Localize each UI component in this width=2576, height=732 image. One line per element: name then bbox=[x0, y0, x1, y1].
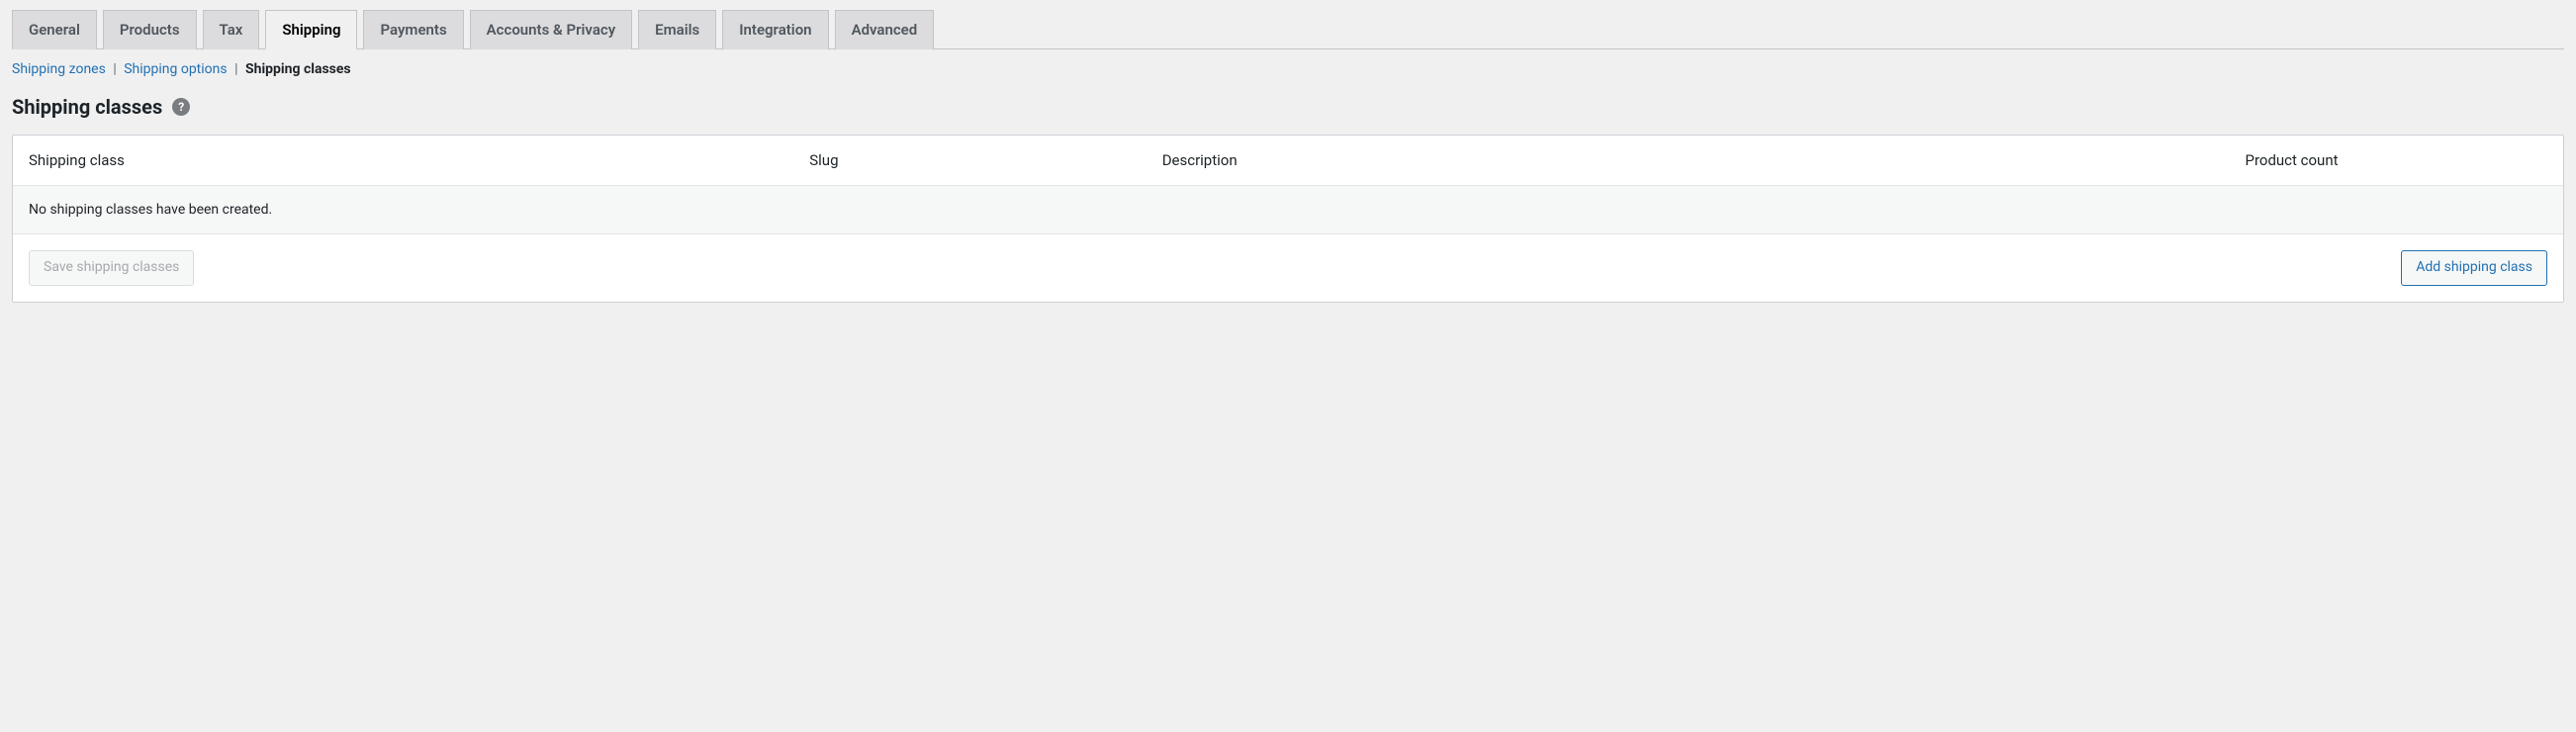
table-header-row: Shipping class Slug Description Product … bbox=[13, 136, 2563, 186]
col-header-count: Product count bbox=[2245, 151, 2547, 169]
col-header-description: Description bbox=[1162, 151, 2246, 169]
shipping-classes-table: Shipping class Slug Description Product … bbox=[12, 135, 2564, 303]
tab-emails[interactable]: Emails bbox=[638, 10, 716, 49]
tab-general[interactable]: General bbox=[12, 10, 97, 49]
tab-integration[interactable]: Integration bbox=[722, 10, 828, 49]
subnav-shipping-classes: Shipping classes bbox=[245, 61, 351, 77]
table-footer: Save shipping classes Add shipping class bbox=[13, 234, 2563, 302]
tab-products[interactable]: Products bbox=[103, 10, 197, 49]
tab-accounts-privacy[interactable]: Accounts & Privacy bbox=[470, 10, 633, 49]
tab-advanced[interactable]: Advanced bbox=[835, 10, 935, 49]
subnav-shipping-options[interactable]: Shipping options bbox=[124, 61, 227, 77]
tab-tax[interactable]: Tax bbox=[203, 10, 260, 49]
section-heading: Shipping classes ? bbox=[12, 95, 2564, 119]
tab-shipping[interactable]: Shipping bbox=[265, 10, 357, 49]
tab-payments[interactable]: Payments bbox=[363, 10, 463, 49]
col-header-class: Shipping class bbox=[29, 151, 809, 169]
col-header-slug: Slug bbox=[809, 151, 1161, 169]
page-title: Shipping classes bbox=[12, 95, 162, 119]
subnav-shipping-zones[interactable]: Shipping zones bbox=[12, 61, 106, 77]
save-shipping-classes-button[interactable]: Save shipping classes bbox=[29, 250, 194, 286]
separator: | bbox=[234, 61, 237, 77]
add-shipping-class-button[interactable]: Add shipping class bbox=[2401, 250, 2547, 286]
shipping-subnav: Shipping zones | Shipping options | Ship… bbox=[12, 61, 2564, 77]
settings-tabs: General Products Tax Shipping Payments A… bbox=[12, 0, 2564, 49]
table-empty-message: No shipping classes have been created. bbox=[13, 186, 2563, 234]
separator: | bbox=[113, 61, 116, 77]
help-icon[interactable]: ? bbox=[172, 98, 190, 116]
